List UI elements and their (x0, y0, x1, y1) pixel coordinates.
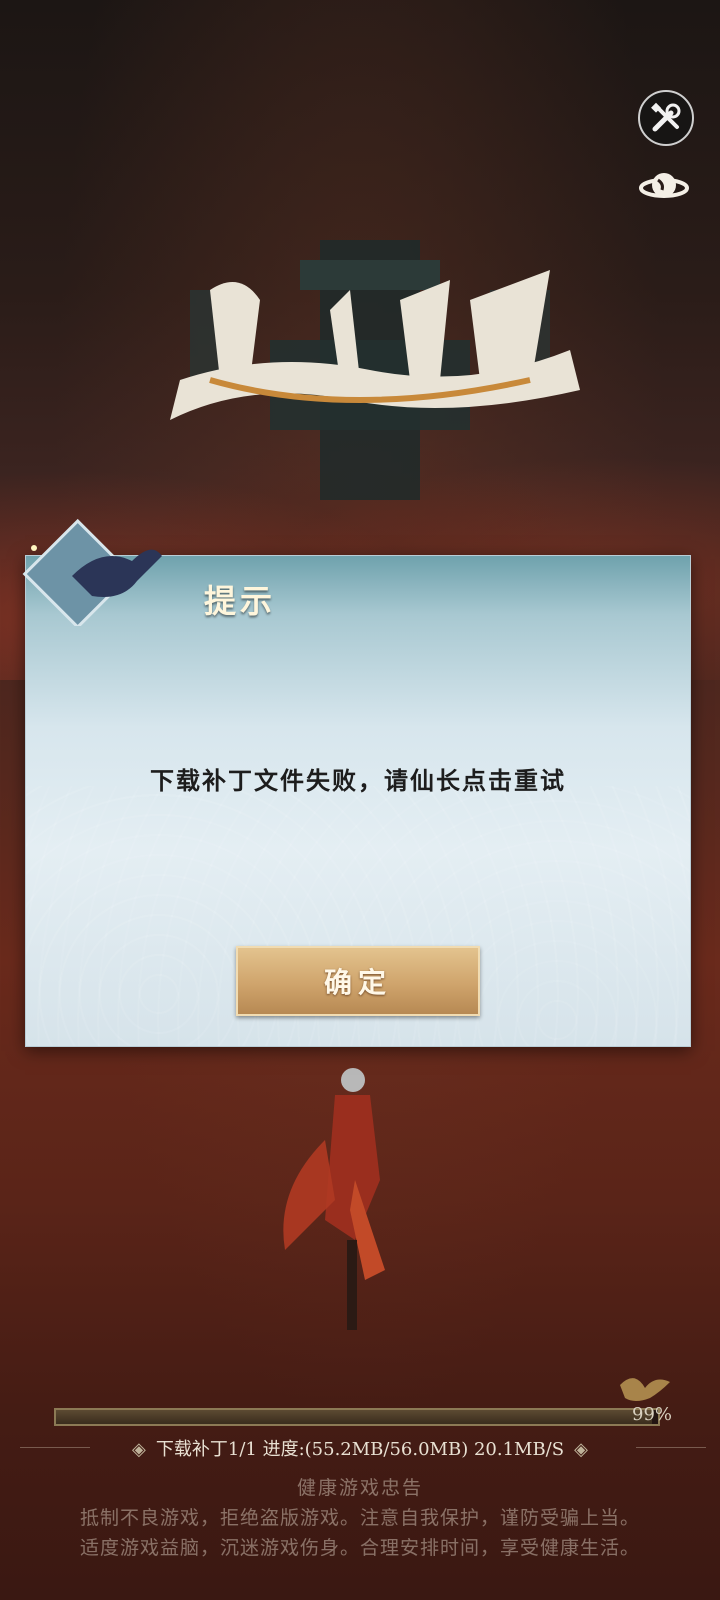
confirm-button[interactable]: 确定 (236, 946, 480, 1016)
diamond-icon: ◈ (574, 1439, 588, 1460)
diamond-icon: ◈ (132, 1439, 146, 1460)
tools-icon (651, 102, 681, 132)
beast-emblem-icon (22, 518, 162, 626)
dialog-message: 下载补丁文件失败，请仙长点击重试 (150, 766, 566, 795)
download-status-text: 下载补丁1/1 进度:(55.2MB/56.0MB) 20.1MB/S (155, 1439, 565, 1460)
progress-fill (56, 1410, 652, 1424)
game-logo (170, 240, 580, 500)
bird-ornament-icon (620, 1378, 670, 1401)
planet-button[interactable] (638, 160, 690, 212)
health-notice-line1: 抵制不良游戏，拒绝盗版游戏。注意自我保护，谨防受骗上当。 (79, 1507, 640, 1529)
alert-dialog: 提示 下载补丁文件失败，请仙长点击重试 确定 (22, 518, 691, 1047)
health-notice-line2: 适度游戏益脑，沉迷游戏伤身。合理安排时间，享受健康生活。 (79, 1537, 640, 1559)
health-notice-title: 健康游戏忠告 (296, 1477, 423, 1499)
character-figure (283, 1068, 385, 1330)
progress-percent: 99% (632, 1404, 673, 1425)
dialog-title: 提示 (204, 582, 277, 620)
download-status: ◈ 下载补丁1/1 进度:(55.2MB/56.0MB) 20.1MB/S ◈ (0, 1435, 720, 1461)
planet-icon (639, 173, 689, 198)
download-progress-bar (54, 1408, 660, 1426)
tools-button[interactable] (638, 90, 694, 146)
